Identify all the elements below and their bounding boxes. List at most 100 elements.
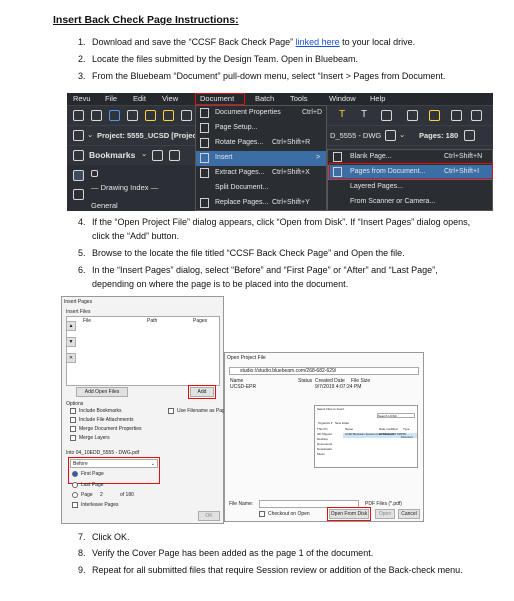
filename-label: File Name: [229,501,254,507]
file-row[interactable]: UCSD Bluebeam Session Cover Sheet.pdf 3/… [343,433,417,439]
new-folder-button[interactable]: New folder [335,421,349,425]
project-row-name[interactable]: UCSD-EPR [230,384,256,390]
menu-item-document-properties[interactable]: Document Properties Ctrl+D [196,106,326,121]
page-total: of 180 [120,492,134,498]
insert-pages-dialog: Insert Pages Insert Files File Path Page… [61,296,228,524]
file-icon[interactable] [73,110,84,121]
menu-help[interactable]: Help [370,94,385,103]
pen-icon[interactable] [109,110,120,121]
page-number[interactable]: 2 [100,492,103,498]
files-list[interactable]: File Path Pages [66,316,220,386]
stamp-icon[interactable] [381,110,392,121]
merge-layers-checkbox[interactable] [70,435,76,441]
bookmarks-label[interactable]: Bookmarks [89,150,135,160]
menu-view[interactable]: View [162,94,178,103]
page-title: Insert Back Check Page Instructions: [53,14,239,26]
highlight-icon[interactable] [127,110,138,121]
document-dropdown: Document Properties Ctrl+D Page Setup... … [195,105,327,211]
open-button[interactable]: Open [375,509,395,519]
document-menu-highlight [195,93,245,105]
pencil-icon[interactable] [163,110,174,121]
file-col-date: Date modified [379,427,398,431]
merge-layers-label: Merge Layers [79,435,110,441]
menu-tools[interactable]: Tools [290,94,308,103]
menu-item-insert[interactable]: Insert > [196,151,326,166]
include-attachments-label: Include File Attachments [79,417,134,423]
chevron-down-icon[interactable]: ⌄ [87,130,93,139]
menu-item-extract-pages[interactable]: Extract Pages... Ctrl+Shift+X [196,166,326,181]
nav-music[interactable]: Music [317,452,339,457]
ok-button[interactable]: OK [198,511,220,521]
open-from-disk-highlight [327,507,371,521]
panel-icon[interactable] [73,170,84,181]
menu-item-page-setup[interactable]: Page Setup... [196,121,326,136]
page-label: Page [81,492,93,498]
link-icon[interactable] [145,110,156,121]
file-col-name: Name [345,427,354,431]
use-filename-checkbox[interactable] [168,408,174,414]
capture-icon[interactable] [471,110,482,121]
step-7: 7. Click OK. [78,532,130,542]
project-row-date: 9/7/2019 4:07:24 PM [315,384,362,390]
step-2: 2. Locate the files submitted by the Desi… [78,54,358,64]
first-page-radio[interactable] [72,471,78,477]
general-bookmark[interactable]: General [91,201,118,210]
menu-item-replace-pages[interactable]: Replace Pages... Ctrl+Shift+Y [196,196,326,211]
merge-properties-checkbox[interactable] [70,426,76,432]
project-name[interactable]: Project: 5555_UCSD [Project I [97,131,203,140]
crop-icon[interactable] [407,110,418,121]
file-row-date: 3/29/2019 8:47 PM [379,433,401,436]
menu-item-rotate-pages[interactable]: Rotate Pages... Ctrl+Shift+R [196,136,326,151]
cancel-button[interactable]: Cancel [398,509,420,519]
menu-window[interactable]: Window [329,94,356,103]
remove-button[interactable]: ✕ [66,353,76,363]
move-down-button[interactable]: ▼ [66,337,76,347]
text-icon[interactable]: T [339,109,345,120]
insert-icon [200,153,209,163]
file-search-input[interactable]: Search UCSD [377,413,415,418]
add-bookmark-icon[interactable] [152,150,163,161]
chevron-down-icon[interactable]: ⌄ [399,130,405,139]
menu-item-split-document[interactable]: Split Document... [196,181,326,196]
blank-page-icon [333,152,342,162]
page-radio[interactable] [72,492,78,498]
shapes-icon[interactable] [181,110,192,121]
organize-button[interactable]: Organize ▾ [318,421,333,425]
move-up-button[interactable]: ▲ [66,321,76,331]
menu-revu[interactable]: Revu [73,94,91,103]
open-dialog-title: Open Project File [227,355,266,361]
select-icon[interactable] [451,110,462,121]
add-open-files-button[interactable]: Add Open Files [76,387,128,397]
back-check-page-link[interactable]: linked here [296,37,340,47]
drawing-index-bookmark[interactable]: — Drawing Index — [91,183,158,192]
typewriter-icon[interactable]: T [361,109,367,120]
fit-page-icon[interactable] [464,130,475,141]
chevron-down-icon[interactable]: ⌄ [141,149,147,158]
use-filename-label: Use Filename as Page [177,408,228,414]
note-icon[interactable] [91,110,102,121]
properties-icon [200,108,209,118]
checkout-checkbox[interactable] [259,511,265,517]
expand-icon[interactable] [91,170,98,177]
col-path: Path [147,318,158,324]
col-file: File [83,318,92,324]
bookmarks-panel-icon[interactable] [73,150,84,161]
url-field[interactable]: studio://studio.bluebeam.com/268-682-629… [229,367,419,375]
project-file-icon[interactable] [73,130,84,141]
extract-icon [200,168,209,178]
menu-edit[interactable]: Edit [133,94,146,103]
include-bookmarks-checkbox[interactable] [70,408,76,414]
menu-item-layered-pages[interactable]: Layered Pages... [328,180,492,195]
menu-item-from-scanner[interactable]: From Scanner or Camera... [328,195,492,210]
include-attachments-checkbox[interactable] [70,417,76,423]
step-4: 4. If the “Open Project File” dialog appe… [78,217,471,227]
last-page-radio[interactable] [72,482,78,488]
replace-icon [200,198,209,208]
menu-file[interactable]: File [105,94,117,103]
page-view-icon[interactable] [385,130,396,141]
menu-batch[interactable]: Batch [255,94,274,103]
grid-icon[interactable] [73,189,84,200]
warning-icon[interactable] [429,110,440,121]
interleave-checkbox[interactable] [72,502,78,508]
bookmark-options-icon[interactable] [169,150,180,161]
